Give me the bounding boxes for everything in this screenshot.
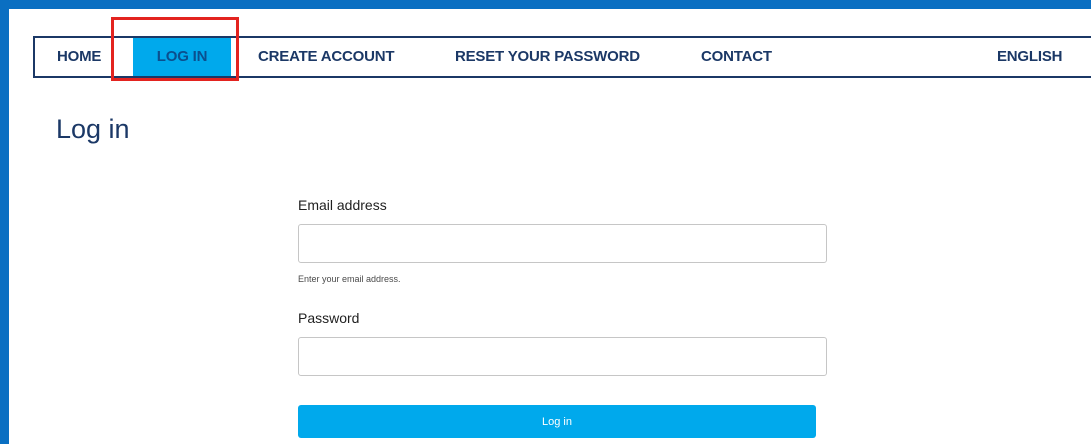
- main-navigation: HOME LOG IN CREATE ACCOUNT RESET YOUR PA…: [33, 36, 1091, 78]
- nav-home-link[interactable]: HOME: [57, 38, 101, 76]
- email-field[interactable]: [298, 224, 827, 263]
- page-title: Log in: [56, 114, 130, 144]
- nav-create-account-link[interactable]: CREATE ACCOUNT: [258, 38, 395, 76]
- password-field[interactable]: [298, 337, 827, 376]
- email-help-text: Enter your email address.: [298, 274, 401, 284]
- email-label: Email address: [298, 197, 387, 213]
- nav-login-link[interactable]: LOG IN: [133, 38, 231, 76]
- language-selector[interactable]: ENGLISH: [997, 38, 1062, 76]
- nav-reset-password-link[interactable]: RESET YOUR PASSWORD: [455, 38, 640, 76]
- login-submit-button[interactable]: Log in: [298, 405, 816, 438]
- page-frame: HOME LOG IN CREATE ACCOUNT RESET YOUR PA…: [0, 0, 1091, 444]
- nav-contact-link[interactable]: CONTACT: [701, 38, 772, 76]
- password-label: Password: [298, 310, 360, 326]
